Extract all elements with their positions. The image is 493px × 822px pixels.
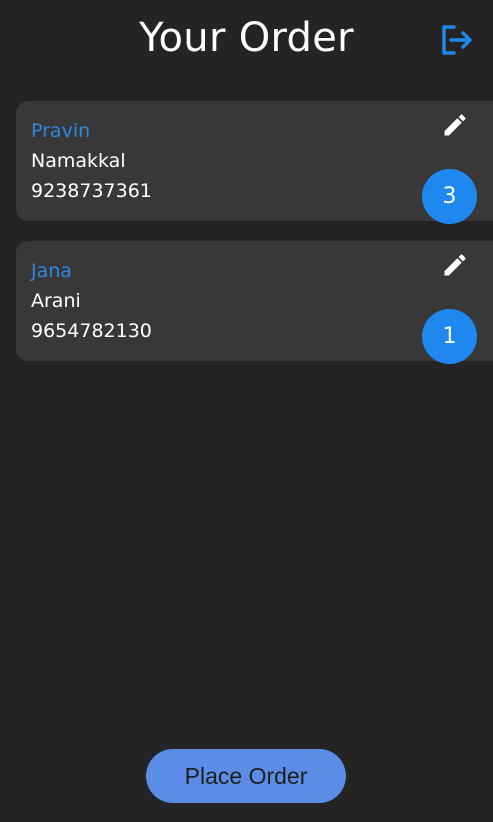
logout-icon xyxy=(438,22,474,58)
place-order-button[interactable]: Place Order xyxy=(146,749,346,803)
quantity-badge: 1 xyxy=(422,309,477,364)
customer-name: Jana xyxy=(31,260,72,282)
pencil-icon xyxy=(441,111,469,139)
edit-order-button[interactable] xyxy=(441,251,469,279)
quantity-badge: 3 xyxy=(422,169,477,224)
app-header: Your Order xyxy=(0,0,493,80)
order-card[interactable]: Pravin Namakkal 9238737361 3 xyxy=(16,101,493,224)
order-card[interactable]: Jana Arani 9654782130 1 xyxy=(16,241,493,364)
customer-city: Arani xyxy=(31,290,81,312)
customer-phone: 9654782130 xyxy=(31,320,152,342)
customer-city: Namakkal xyxy=(31,150,126,172)
page-title: Your Order xyxy=(139,15,354,61)
logout-button[interactable] xyxy=(438,22,474,58)
edit-order-button[interactable] xyxy=(441,111,469,139)
customer-name: Pravin xyxy=(31,120,91,142)
customer-phone: 9238737361 xyxy=(31,180,152,202)
pencil-icon xyxy=(441,251,469,279)
order-list: Pravin Namakkal 9238737361 3 Jana Arani … xyxy=(16,101,493,381)
